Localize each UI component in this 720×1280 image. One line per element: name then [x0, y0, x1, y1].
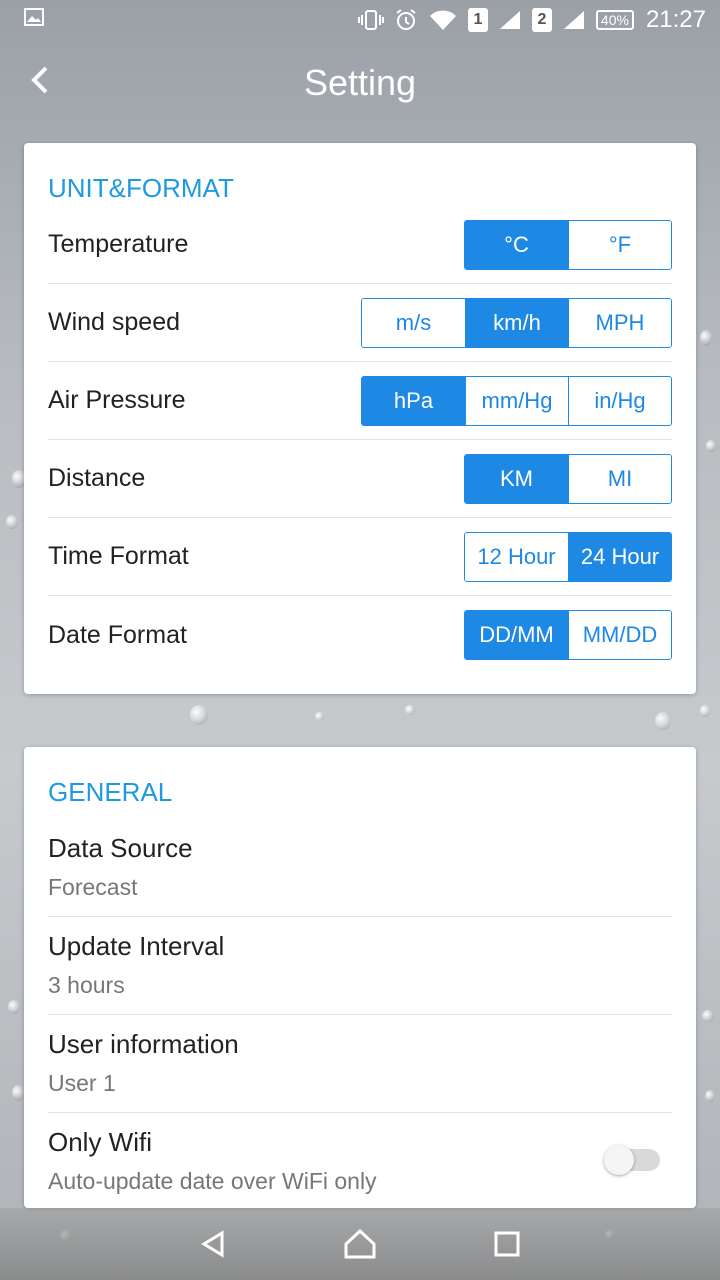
time-format-segmented-control: 12 Hour 24 Hour	[464, 531, 672, 582]
temperature-option-fahrenheit[interactable]: °F	[568, 220, 671, 269]
time-format-label: Time Format	[48, 542, 189, 570]
distance-option-mi[interactable]: MI	[568, 454, 671, 503]
distance-segmented-control: KM MI	[464, 453, 672, 504]
date-format-option-mmdd[interactable]: MM/DD	[568, 611, 671, 659]
wind-speed-option-ms[interactable]: m/s	[362, 298, 465, 347]
air-pressure-label: Air Pressure	[48, 386, 186, 414]
status-bar: 1 2 40% 21:27	[0, 0, 720, 40]
update-interval-value: 3 hours	[48, 972, 125, 998]
time-format-option-12h[interactable]: 12 Hour	[465, 532, 568, 581]
gallery-notification-icon	[24, 7, 44, 27]
home-icon	[344, 1228, 376, 1259]
alarm-icon	[394, 8, 418, 32]
user-information-item[interactable]: User information User 1	[48, 1015, 672, 1113]
distance-label: Distance	[48, 464, 146, 492]
wind-speed-row: Wind speed m/s km/h MPH	[48, 284, 672, 362]
temperature-label: Temperature	[48, 230, 189, 258]
general-section-title: GENERAL	[48, 777, 173, 807]
date-format-row: Date Format DD/MM MM/DD	[48, 596, 672, 674]
unit-format-section-title: UNIT&FORMAT	[48, 173, 234, 203]
distance-option-km[interactable]: KM	[465, 454, 568, 503]
data-source-item[interactable]: Data Source Forecast	[48, 819, 672, 917]
wind-speed-segmented-control: m/s km/h MPH	[361, 297, 672, 348]
only-wifi-title: Only Wifi	[48, 1127, 152, 1157]
system-nav-bar	[0, 1208, 720, 1280]
data-source-value: Forecast	[48, 874, 138, 900]
triangle-back-icon	[201, 1230, 224, 1258]
air-pressure-option-mmhg[interactable]: mm/Hg	[465, 376, 568, 425]
wind-speed-option-mph[interactable]: MPH	[568, 298, 671, 347]
temperature-row: Temperature °C °F	[48, 206, 672, 284]
date-format-segmented-control: DD/MM MM/DD	[464, 610, 672, 660]
air-pressure-option-inhg[interactable]: in/Hg	[568, 376, 671, 425]
user-information-title: User information	[48, 1029, 239, 1059]
app-header: Setting	[0, 40, 720, 130]
toggle-knob	[604, 1145, 634, 1175]
sim1-icon: 1	[467, 8, 488, 32]
wind-speed-option-kmh[interactable]: km/h	[465, 298, 568, 347]
signal-sim1-icon	[498, 9, 522, 31]
temperature-segmented-control: °C °F	[464, 219, 672, 270]
update-interval-title: Update Interval	[48, 931, 225, 961]
date-format-option-ddmm[interactable]: DD/MM	[465, 611, 568, 659]
data-source-title: Data Source	[48, 833, 193, 863]
page-title: Setting	[303, 62, 417, 103]
time-format-row: Time Format 12 Hour 24 Hour	[48, 518, 672, 596]
only-wifi-toggle[interactable]	[604, 1145, 660, 1175]
signal-sim2-icon	[562, 9, 586, 31]
nav-home-button[interactable]	[340, 1224, 380, 1264]
clock: 21:27	[645, 6, 706, 33]
wifi-icon	[428, 8, 458, 32]
nav-back-button[interactable]	[193, 1224, 233, 1264]
sim2-icon: 2	[531, 8, 552, 32]
only-wifi-description: Auto-update date over WiFi only	[48, 1168, 377, 1194]
distance-row: Distance KM MI	[48, 440, 672, 518]
air-pressure-segmented-control: hPa mm/Hg in/Hg	[361, 375, 672, 426]
battery-icon: 40%	[595, 10, 634, 30]
general-card: GENERAL Data Source Forecast Update Inte…	[24, 747, 696, 1208]
recents-square-icon	[494, 1231, 520, 1257]
air-pressure-row: Air Pressure hPa mm/Hg in/Hg	[48, 362, 672, 440]
user-information-value: User 1	[48, 1070, 116, 1096]
wind-speed-label: Wind speed	[48, 308, 181, 336]
unit-format-card: UNIT&FORMAT Temperature °C °F Wind speed…	[24, 143, 696, 694]
temperature-option-celsius[interactable]: °C	[465, 220, 568, 269]
vibrate-icon	[357, 9, 384, 31]
air-pressure-option-hpa[interactable]: hPa	[362, 376, 465, 425]
time-format-option-24h[interactable]: 24 Hour	[568, 532, 671, 581]
only-wifi-item: Only Wifi Auto-update date over WiFi onl…	[48, 1113, 672, 1208]
nav-recents-button[interactable]	[487, 1224, 527, 1264]
update-interval-item[interactable]: Update Interval 3 hours	[48, 917, 672, 1015]
date-format-label: Date Format	[48, 620, 187, 649]
